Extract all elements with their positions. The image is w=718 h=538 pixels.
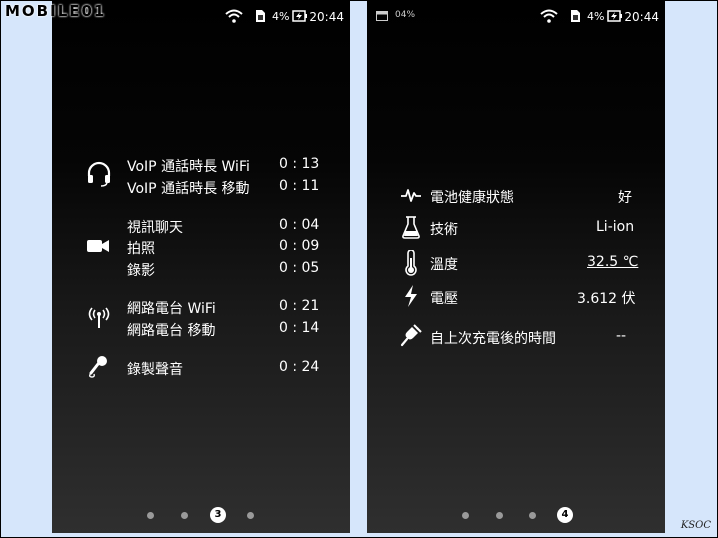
record-video-value: 0 : 05 bbox=[279, 260, 320, 276]
page-dot-2[interactable] bbox=[181, 512, 188, 519]
mobile01-logo: MOBILE01 bbox=[5, 2, 107, 20]
voice-record-label: 錄製聲音 bbox=[127, 362, 183, 378]
record-video-label: 錄影 bbox=[127, 263, 155, 279]
wifi-icon bbox=[540, 9, 558, 23]
page-dot-active[interactable]: 4 bbox=[557, 507, 573, 523]
status-bar: 04% 4% 20:44 bbox=[367, 1, 665, 31]
sim-card-icon bbox=[256, 10, 265, 22]
page-dot-1[interactable] bbox=[462, 512, 469, 519]
battery-charging-icon bbox=[292, 10, 307, 22]
page-dot-3[interactable] bbox=[529, 512, 536, 519]
video-camera-icon bbox=[87, 240, 109, 252]
technology-value: Li-ion bbox=[596, 219, 635, 235]
page-dot-1[interactable] bbox=[147, 512, 154, 519]
radio-wifi-value: 0 : 21 bbox=[279, 298, 320, 314]
battery-notification: 04% bbox=[395, 10, 416, 20]
lightning-icon bbox=[405, 285, 417, 307]
voip-mobile-value: 0 : 11 bbox=[279, 178, 320, 194]
screenshot-frame: MOBILE01 4% 20:44 VoIP 通話時長 WiFi 0: 13 … bbox=[0, 0, 718, 538]
temperature-value: 32.5 ℃ bbox=[587, 254, 639, 270]
photo-value: 0 : 09 bbox=[279, 238, 320, 254]
battery-health-value: 好 bbox=[618, 190, 632, 206]
voice-record-value: 0 : 24 bbox=[279, 359, 320, 375]
corner-watermark: KSOC bbox=[680, 520, 711, 531]
status-time: 20:44 bbox=[624, 10, 659, 24]
right-phone-screen: 04% 4% 20:44 電池健康狀態 好 技術 Li-ion 溫度 32.5 … bbox=[367, 1, 665, 533]
headset-icon bbox=[87, 161, 111, 187]
image-notification-icon bbox=[376, 11, 388, 21]
page-indicator[interactable]: 3 bbox=[52, 507, 350, 523]
radio-mobile-label: 網路電台 移動 bbox=[127, 323, 216, 339]
voip-wifi-value: 0 : 13 bbox=[279, 156, 320, 172]
voltage-value: 3.612 伏 bbox=[577, 291, 636, 307]
page-indicator[interactable]: 4 bbox=[367, 507, 665, 523]
status-time: 20:44 bbox=[309, 10, 344, 24]
battery-charging-icon bbox=[607, 10, 622, 22]
battery-health-label: 電池健康狀態 bbox=[430, 190, 514, 206]
plug-icon bbox=[400, 324, 422, 347]
radio-antenna-icon bbox=[88, 307, 110, 328]
radio-mobile-value: 0 : 14 bbox=[279, 320, 320, 336]
voip-mobile-label: VoIP 通話時長 移動 bbox=[127, 181, 250, 197]
pulse-icon bbox=[401, 189, 421, 202]
video-chat-label: 視訊聊天 bbox=[127, 220, 183, 236]
time-since-charge-label: 自上次充電後的時間 bbox=[430, 331, 556, 347]
left-phone-screen: 4% 20:44 VoIP 通話時長 WiFi 0 : 13 VoIP 通話時長… bbox=[52, 1, 350, 533]
microphone-icon bbox=[89, 356, 107, 378]
temperature-label: 溫度 bbox=[430, 257, 458, 273]
voltage-label: 電壓 bbox=[430, 291, 458, 307]
radio-wifi-label: 網路電台 WiFi bbox=[127, 301, 216, 317]
page-dot-4[interactable] bbox=[247, 512, 254, 519]
thermometer-icon bbox=[405, 250, 417, 276]
voip-wifi-label: VoIP 通話時長 WiFi bbox=[127, 159, 250, 175]
page-dot-active[interactable]: 3 bbox=[210, 507, 226, 523]
sim-card-icon bbox=[571, 10, 580, 22]
time-since-charge-value: -- bbox=[616, 328, 627, 344]
battery-percentage: 4% bbox=[272, 10, 290, 23]
battery-percentage: 4% bbox=[587, 10, 605, 23]
video-chat-value: 0 : 04 bbox=[279, 217, 320, 233]
page-dot-2[interactable] bbox=[496, 512, 503, 519]
wifi-icon bbox=[225, 9, 243, 23]
photo-label: 拍照 bbox=[127, 241, 155, 257]
flask-icon bbox=[402, 216, 420, 239]
technology-label: 技術 bbox=[430, 222, 458, 238]
